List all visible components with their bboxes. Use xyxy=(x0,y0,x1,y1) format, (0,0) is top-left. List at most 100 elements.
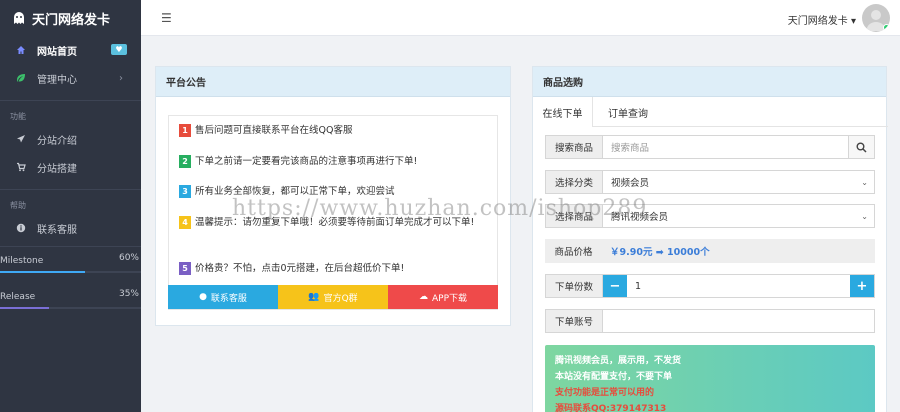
number-badge: 1 xyxy=(179,124,191,137)
quantity-increment-button[interactable]: + xyxy=(850,275,874,297)
quantity-input[interactable]: 1 xyxy=(627,275,850,297)
users-icon: 👥 xyxy=(308,292,320,302)
heart-icon: ♥ xyxy=(111,44,127,55)
list-item: 2 下单之前请一定要看完该商品的注意事项再进行下单! xyxy=(179,154,491,169)
shop-title: 商品选购 xyxy=(533,67,886,97)
tab-online-order[interactable]: 在线下单 xyxy=(533,97,593,127)
ghost-logo-icon xyxy=(14,12,24,24)
account-label: 下单账号 xyxy=(546,310,603,332)
qq-group-button[interactable]: 👥 官方Q群 xyxy=(278,285,388,309)
search-icon xyxy=(856,142,867,153)
sidebar-item-label: 网站首页 xyxy=(37,46,77,58)
cart-icon xyxy=(14,162,28,172)
section-label-help: 帮助 xyxy=(10,200,26,210)
quantity-field: 下单份数 − 1 + xyxy=(545,274,875,298)
notice-panel: 平台公告 1 售后问题可直接联系平台在线QQ客服 2 下单之前请一定要看完该商品的注… xyxy=(155,66,511,326)
progress-label: Milestone xyxy=(0,256,44,266)
progress-track xyxy=(0,307,141,309)
sidebar-item-admin[interactable]: 管理中心 › xyxy=(0,64,141,92)
search-label: 搜索商品 xyxy=(546,136,603,158)
product-select[interactable]: 腾讯视频会员 ⌄ xyxy=(603,205,874,227)
sidebar-item-build[interactable]: 分站搭建 xyxy=(0,153,141,181)
shop-panel: 商品选购 在线下单 订单查询 搜索商品 搜索商品 选择分类 视频会员 ⌄ 选择商品… xyxy=(532,66,888,412)
sidebar-item-intro[interactable]: 分站介绍 xyxy=(0,125,141,153)
online-status-dot xyxy=(883,24,890,31)
send-icon xyxy=(14,134,28,144)
menu-toggle-icon[interactable]: ☰ xyxy=(161,11,172,25)
price-value: ￥9.90元 ➡ 10000个 xyxy=(610,247,710,258)
notice-text: 价格贵？不怕，点击0元搭建，在后台超低价下单! xyxy=(195,263,405,274)
home-icon xyxy=(14,45,28,55)
progress-label: Release xyxy=(0,292,36,302)
category-value: 视频会员 xyxy=(611,178,650,189)
product-field: 选择商品 腾讯视频会员 ⌄ xyxy=(545,204,875,228)
brand[interactable]: 天门网络发卡 xyxy=(0,0,141,36)
notice-buttons: ● 联系客服 👥 官方Q群 ☁ APP下载 xyxy=(168,285,498,309)
divider xyxy=(0,189,141,190)
category-field: 选择分类 视频会员 ⌄ xyxy=(545,170,875,194)
search-field: 搜索商品 搜索商品 xyxy=(545,135,875,159)
button-label: APP下载 xyxy=(431,293,467,304)
quantity-decrement-button[interactable]: − xyxy=(603,275,627,297)
sidebar: 天门网络发卡 网站首页 ♥ 管理中心 › 功能 分站介绍 分站搭建 帮助 联系客… xyxy=(0,0,141,412)
product-value: 腾讯视频会员 xyxy=(611,212,669,223)
avatar[interactable] xyxy=(862,4,890,32)
category-label: 选择分类 xyxy=(546,171,603,193)
cloud-download-icon: ☁ xyxy=(418,292,428,302)
number-badge: 3 xyxy=(179,185,191,198)
price-field: 商品价格 ￥9.90元 ➡ 10000个 xyxy=(545,239,875,263)
progress-percent: 60% xyxy=(118,253,139,263)
progress-milestone: Milestone 60% xyxy=(0,247,141,283)
sidebar-item-label: 分站介绍 xyxy=(37,135,77,147)
promo-line: 源码联系QQ:379147313 xyxy=(555,404,667,412)
progress-track xyxy=(0,271,141,273)
account-field: 下单账号 xyxy=(545,309,875,333)
notice-list: 1 售后问题可直接联系平台在线QQ客服 2 下单之前请一定要看完该商品的注意事项再进… xyxy=(168,115,498,310)
sidebar-item-home[interactable]: 网站首页 ♥ xyxy=(0,36,141,64)
sidebar-item-contact[interactable]: 联系客服 xyxy=(0,214,141,242)
sidebar-item-label: 分站搭建 xyxy=(37,163,77,175)
search-button[interactable] xyxy=(848,136,874,158)
top-bar: ☰ 天门网络发卡 ▾ xyxy=(141,0,900,36)
progress-release: Release 35% xyxy=(0,283,141,319)
notice-text: 温馨提示：请勿重复下单哦！必须要等待前面订单完成才可以下单! xyxy=(195,217,475,228)
leaf-icon xyxy=(14,73,28,83)
notice-text: 所有业务全部恢复，都可以正常下单，欢迎尝试 xyxy=(195,186,395,197)
account-input[interactable] xyxy=(603,310,874,332)
promo-box: 腾讯视频会员，展示用，不发货 本站没有配置支付，不要下单 支付功能是正常可以用的… xyxy=(545,345,875,412)
number-badge: 4 xyxy=(179,216,191,229)
number-badge: 2 xyxy=(179,155,191,168)
chevron-down-icon: ⌄ xyxy=(861,178,868,187)
sidebar-item-label: 联系客服 xyxy=(37,224,77,236)
progress-percent: 35% xyxy=(118,289,139,299)
promo-line: 支付功能是正常可以用的 xyxy=(555,388,655,398)
list-item: 4 温馨提示：请勿重复下单哦！必须要等待前面订单完成才可以下单! xyxy=(179,215,491,230)
list-item: 5 价格贵？不怕，点击0元搭建，在后台超低价下单! xyxy=(179,261,491,276)
sidebar-item-label: 管理中心 xyxy=(37,74,77,86)
chevron-right-icon: › xyxy=(119,72,123,84)
user-menu[interactable]: 天门网络发卡 ▾ xyxy=(788,12,856,27)
promo-line: 腾讯视频会员，展示用，不发货 xyxy=(555,356,682,366)
number-badge: 5 xyxy=(179,262,191,275)
qq-penguin-icon: ● xyxy=(199,292,207,302)
chevron-down-icon: ⌄ xyxy=(861,212,868,221)
notice-text: 下单之前请一定要看完该商品的注意事项再进行下单! xyxy=(195,156,418,167)
quantity-label: 下单份数 xyxy=(546,275,603,297)
info-icon xyxy=(14,223,28,233)
progress-fill xyxy=(0,271,85,273)
section-label-func: 功能 xyxy=(10,111,26,121)
list-item: 1 售后问题可直接联系平台在线QQ客服 xyxy=(179,123,491,138)
notice-text: 售后问题可直接联系平台在线QQ客服 xyxy=(195,125,353,136)
app-download-button[interactable]: ☁ APP下载 xyxy=(388,285,498,309)
promo-line: 本站没有配置支付，不要下单 xyxy=(555,372,673,382)
notice-title: 平台公告 xyxy=(156,67,510,97)
progress-fill xyxy=(0,307,50,309)
category-select[interactable]: 视频会员 ⌄ xyxy=(603,171,874,193)
list-item: 3 所有业务全部恢复，都可以正常下单，欢迎尝试 xyxy=(179,184,491,199)
button-label: 联系客服 xyxy=(210,293,247,304)
price-label: 商品价格 xyxy=(545,239,602,263)
contact-service-button[interactable]: ● 联系客服 xyxy=(168,285,278,309)
divider xyxy=(0,100,141,101)
tab-order-query[interactable]: 订单查询 xyxy=(608,105,648,120)
search-input[interactable]: 搜索商品 xyxy=(603,136,848,158)
